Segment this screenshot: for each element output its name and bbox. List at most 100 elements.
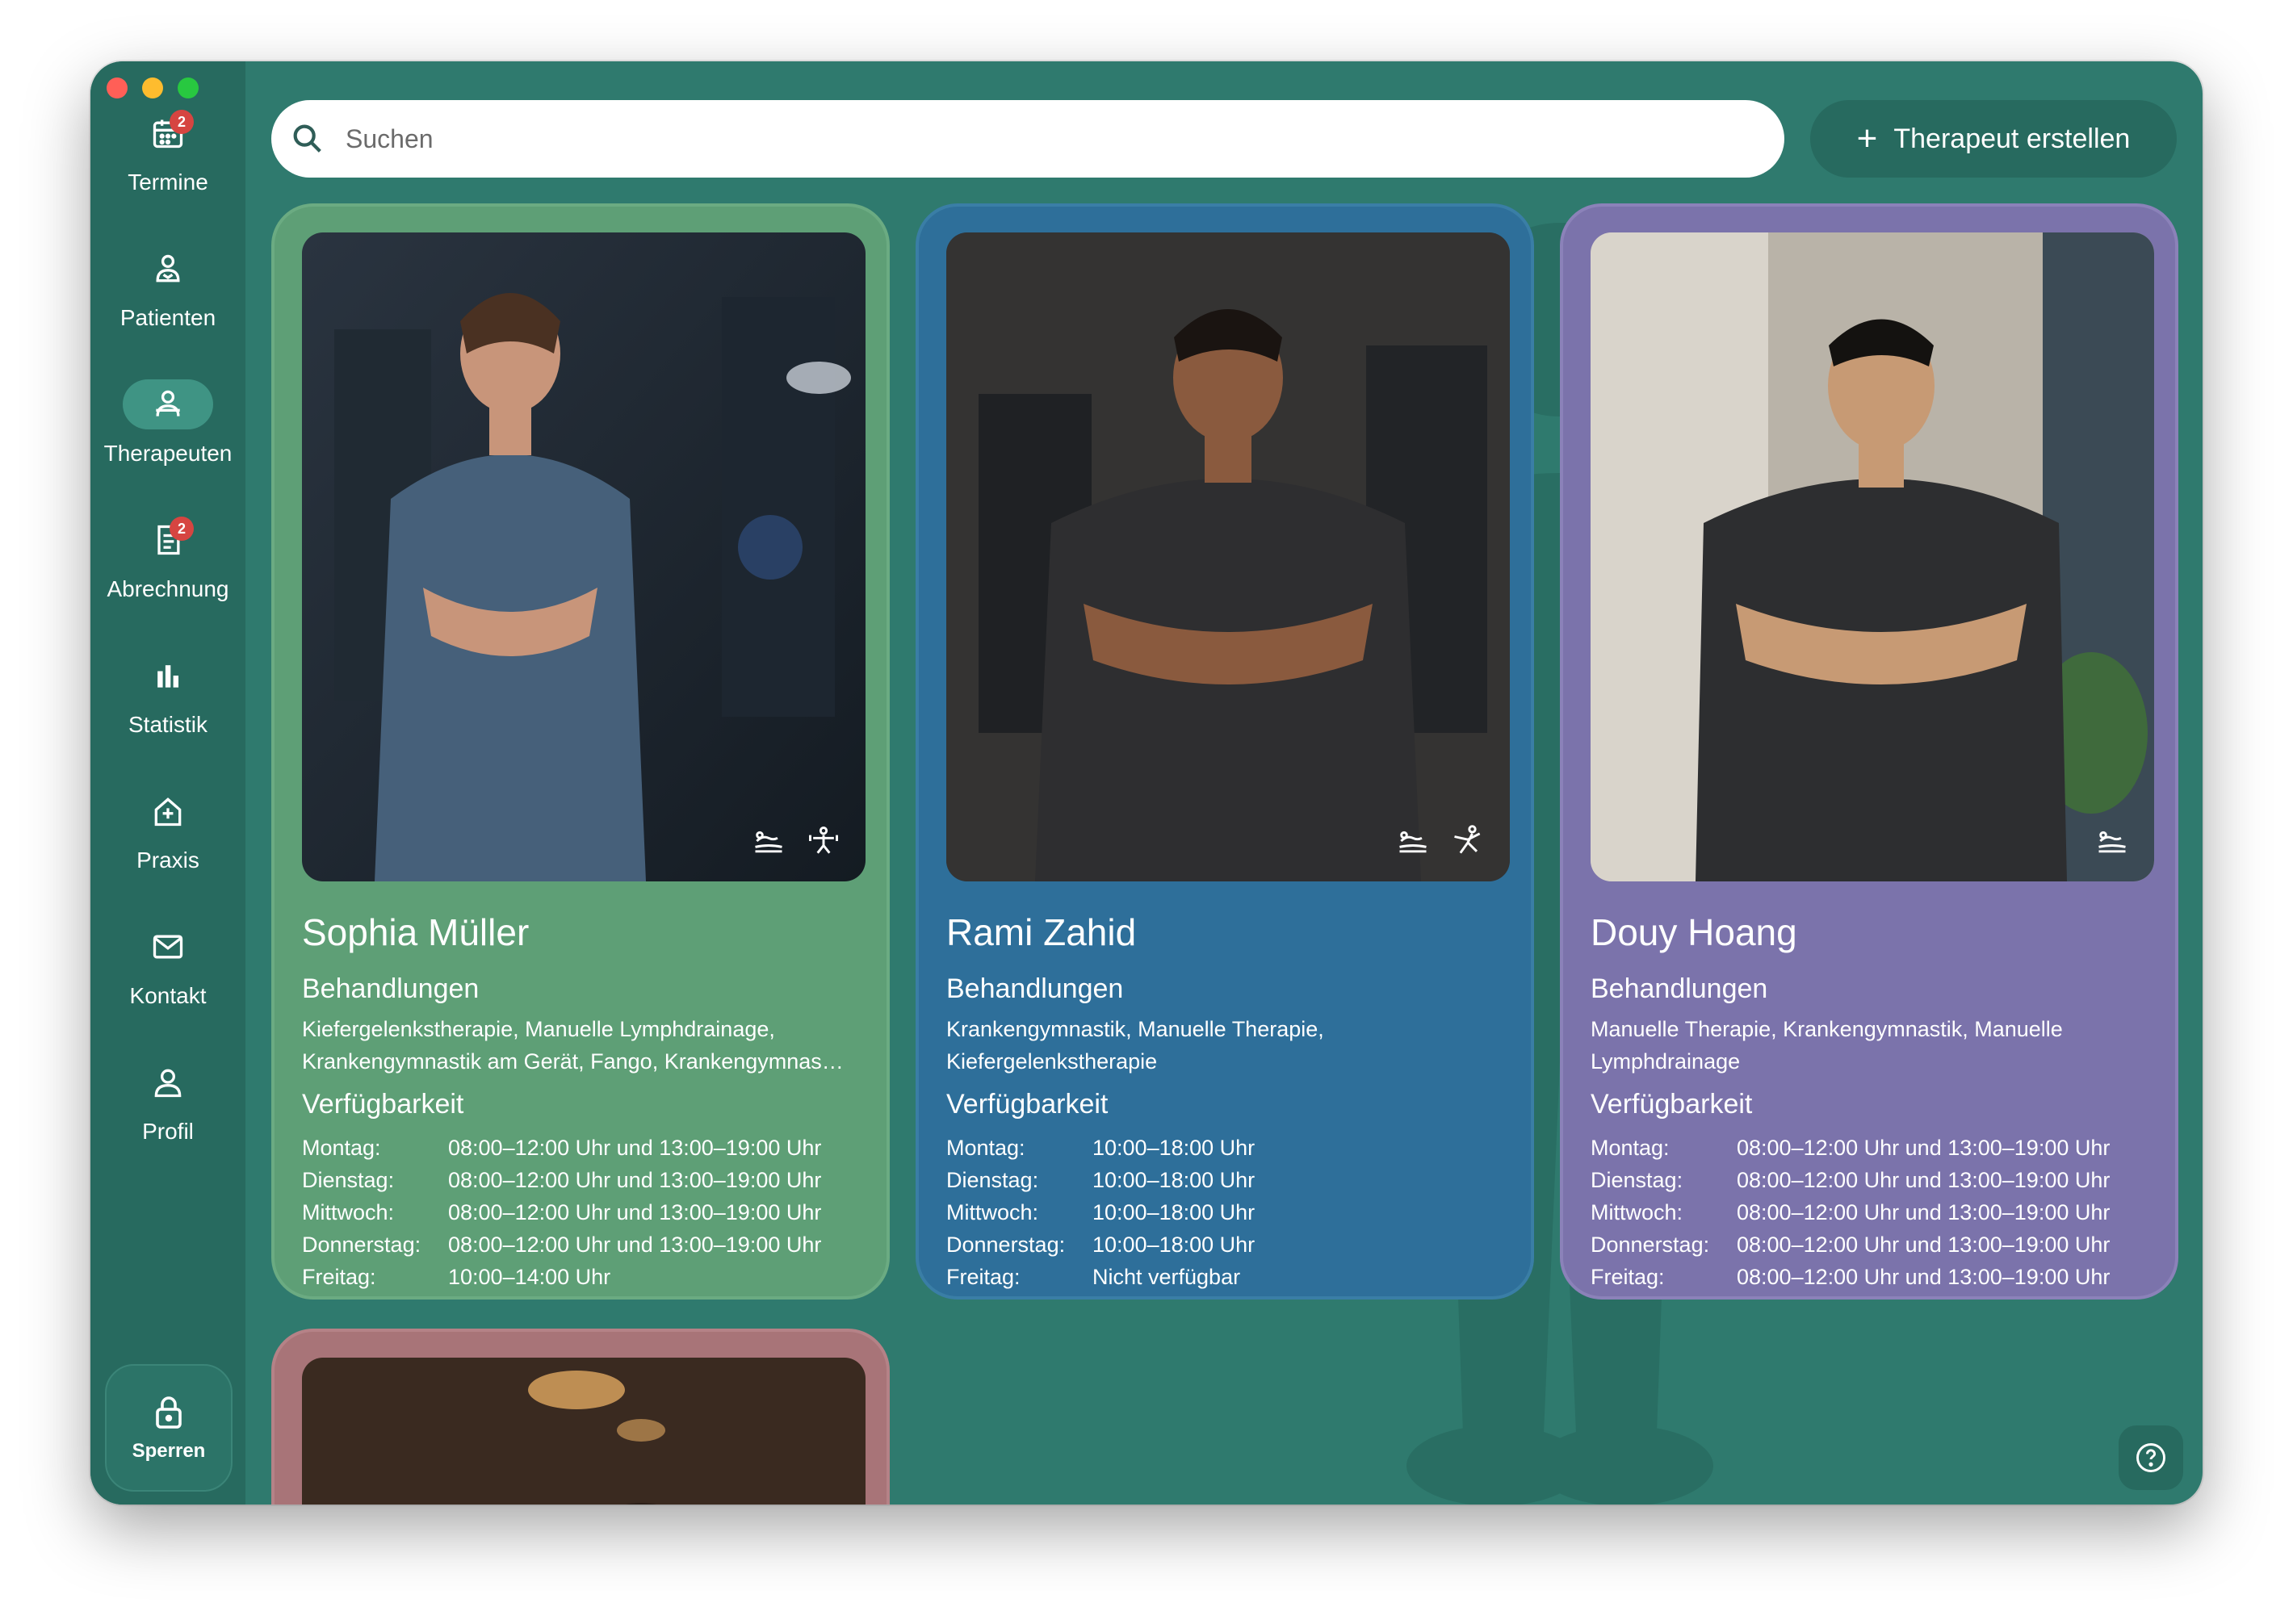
therapist-name: Douy Hoang	[1591, 911, 1797, 953]
schedule-row: Mittwoch: 10:00–18:00 Uhr	[946, 1196, 1503, 1228]
sidebar-item-label: Profil	[142, 1119, 194, 1144]
schedule: Montag: 08:00–12:00 Uhr und 13:00–19:00 U…	[302, 1132, 859, 1293]
schedule-day: Donnerstag:	[946, 1233, 1066, 1257]
treatments-text: Krankengymnastik, Manuelle Therapie, Kie…	[946, 1017, 1324, 1074]
therapist-photo	[1591, 232, 2154, 881]
exercise-icon	[1454, 825, 1481, 854]
schedule-row: Montag: 10:00–18:00 Uhr	[946, 1132, 1503, 1164]
lock-button[interactable]: Sperren	[105, 1364, 233, 1492]
schedule-day: Montag:	[1591, 1136, 1670, 1160]
schedule-day: Freitag:	[1591, 1265, 1665, 1289]
termine-badge: 2	[170, 110, 194, 134]
create-therapist-label: Therapeut erstellen	[1893, 123, 2131, 154]
treatments-title: Behandlungen	[1591, 973, 1768, 1004]
schedule-row: Dienstag: 08:00–12:00 Uhr und 13:00–19:00…	[302, 1164, 859, 1196]
sidebar-item-abrechnung[interactable]: 2 Abrechnung	[90, 515, 245, 636]
dumbbell-icon	[809, 827, 838, 854]
profile-icon	[123, 1057, 213, 1107]
app-window: 2 Termine Patienten Therapeuten 2 Abrech…	[90, 61, 2203, 1505]
therapist-card[interactable]	[271, 1329, 890, 1505]
schedule-day: Dienstag:	[1591, 1168, 1683, 1192]
abrechnung-badge: 2	[170, 517, 194, 541]
therapist-photo	[946, 232, 1510, 881]
photo-icons	[2094, 823, 2130, 859]
help-icon	[2136, 1443, 2165, 1472]
sidebar-item-praxis[interactable]: Praxis	[90, 786, 245, 907]
schedule-day: Freitag:	[946, 1265, 1021, 1289]
schedule-day: Freitag:	[302, 1265, 376, 1289]
therapist-photo	[302, 232, 866, 881]
schedule-row: Dienstag: 08:00–12:00 Uhr und 13:00–19:00…	[1591, 1164, 2148, 1196]
schedule-row: Mittwoch: 08:00–12:00 Uhr und 13:00–19:00…	[302, 1196, 859, 1228]
lock-button-label: Sperren	[132, 1440, 206, 1462]
schedule-day: Mittwoch:	[1591, 1200, 1683, 1224]
availability-title: Verfügbarkeit	[302, 1089, 464, 1120]
mail-icon	[123, 922, 213, 972]
schedule-day: Dienstag:	[946, 1168, 1039, 1192]
search-input[interactable]	[346, 123, 1718, 154]
treatments-text: Kiefergelenkstherapie, Manuelle Lymphdra…	[302, 1017, 844, 1074]
sidebar-item-label: Therapeuten	[103, 441, 233, 466]
schedule-row: Donnerstag: 08:00–12:00 Uhr und 13:00–19:…	[302, 1228, 859, 1261]
sidebar-item-statistik[interactable]: Statistik	[90, 651, 245, 772]
sidebar-item-label: Praxis	[136, 848, 199, 873]
schedule-row: Donnerstag: 08:00–12:00 Uhr und 13:00–19:…	[1591, 1228, 2148, 1261]
search-icon	[293, 124, 321, 153]
sidebar-item-patienten[interactable]: Patienten	[90, 244, 245, 365]
help-button[interactable]	[2119, 1425, 2183, 1490]
schedule-row: Donnerstag: 10:00–18:00 Uhr	[946, 1228, 1503, 1261]
massage-icon	[2098, 831, 2126, 853]
sidebar-item-label: Statistik	[128, 712, 208, 737]
search-bar[interactable]	[271, 100, 1784, 178]
schedule-time: 08:00–12:00 Uhr und 13:00–19:00 Uhr	[448, 1136, 822, 1160]
therapist-photo	[302, 1358, 866, 1505]
massage-icon	[1399, 831, 1427, 853]
schedule-time: 08:00–12:00 Uhr und 13:00–19:00 Uhr	[1737, 1233, 2111, 1257]
schedule-day: Montag:	[946, 1136, 1025, 1160]
therapist-card[interactable]: Rami Zahid Behandlungen Krankengymnastik…	[916, 203, 1534, 1300]
patient-icon	[123, 244, 213, 294]
schedule-day: Mittwoch:	[302, 1200, 395, 1224]
schedule-time: 08:00–12:00 Uhr und 13:00–19:00 Uhr	[1737, 1168, 2111, 1192]
plus-icon: +	[1856, 119, 1878, 158]
sidebar-item-termine[interactable]: 2 Termine	[90, 108, 245, 229]
schedule: Montag: 08:00–12:00 Uhr und 13:00–19:00 U…	[1591, 1132, 2148, 1293]
schedule-day: Mittwoch:	[946, 1200, 1039, 1224]
treatments-text: Manuelle Therapie, Krankengymnastik, Man…	[1591, 1017, 2063, 1074]
availability-title: Verfügbarkeit	[1591, 1089, 1753, 1120]
schedule-day: Montag:	[302, 1136, 381, 1160]
schedule-day: Dienstag:	[302, 1168, 395, 1192]
schedule-time: Nicht verfügbar	[1092, 1265, 1241, 1289]
schedule-row: Freitag: 08:00–12:00 Uhr und 13:00–19:00 …	[1591, 1261, 2148, 1293]
minimize-window-button[interactable]	[142, 77, 163, 98]
schedule-day: Donnerstag:	[302, 1233, 421, 1257]
schedule-time: 10:00–18:00 Uhr	[1092, 1200, 1255, 1224]
schedule-day: Donnerstag:	[1591, 1233, 1710, 1257]
schedule-time: 10:00–18:00 Uhr	[1092, 1136, 1255, 1160]
maximize-window-button[interactable]	[178, 77, 199, 98]
create-therapist-button[interactable]: + Therapeut erstellen	[1810, 100, 2177, 178]
massage-icon	[755, 831, 782, 853]
sidebar-item-label: Abrechnung	[107, 576, 229, 601]
invoice-icon: 2	[123, 515, 213, 565]
window-controls	[107, 77, 199, 98]
schedule-time: 08:00–12:00 Uhr und 13:00–19:00 Uhr	[1737, 1200, 2111, 1224]
calendar-icon: 2	[123, 108, 213, 158]
close-window-button[interactable]	[107, 77, 128, 98]
photo-icons	[1395, 823, 1486, 859]
sidebar-item-kontakt[interactable]: Kontakt	[90, 922, 245, 1043]
schedule-row: Dienstag: 10:00–18:00 Uhr	[946, 1164, 1503, 1196]
schedule-row: Montag: 08:00–12:00 Uhr und 13:00–19:00 U…	[1591, 1132, 2148, 1164]
sidebar-item-therapeuten[interactable]: Therapeuten	[90, 379, 245, 500]
therapist-card[interactable]: Douy Hoang Behandlungen Manuelle Therapi…	[1560, 203, 2178, 1300]
therapist-name: Sophia Müller	[302, 911, 530, 953]
schedule-time: 08:00–12:00 Uhr und 13:00–19:00 Uhr	[448, 1168, 822, 1192]
treatments-title: Behandlungen	[946, 973, 1124, 1004]
sidebar-item-profil[interactable]: Profil	[90, 1057, 245, 1178]
therapist-card[interactable]: Sophia Müller Behandlungen Kiefergelenks…	[271, 203, 890, 1300]
treatments-title: Behandlungen	[302, 973, 480, 1004]
practice-icon	[123, 786, 213, 836]
photo-icons	[751, 823, 841, 859]
lock-icon	[156, 1396, 182, 1429]
schedule-row: Montag: 08:00–12:00 Uhr und 13:00–19:00 U…	[302, 1132, 859, 1164]
